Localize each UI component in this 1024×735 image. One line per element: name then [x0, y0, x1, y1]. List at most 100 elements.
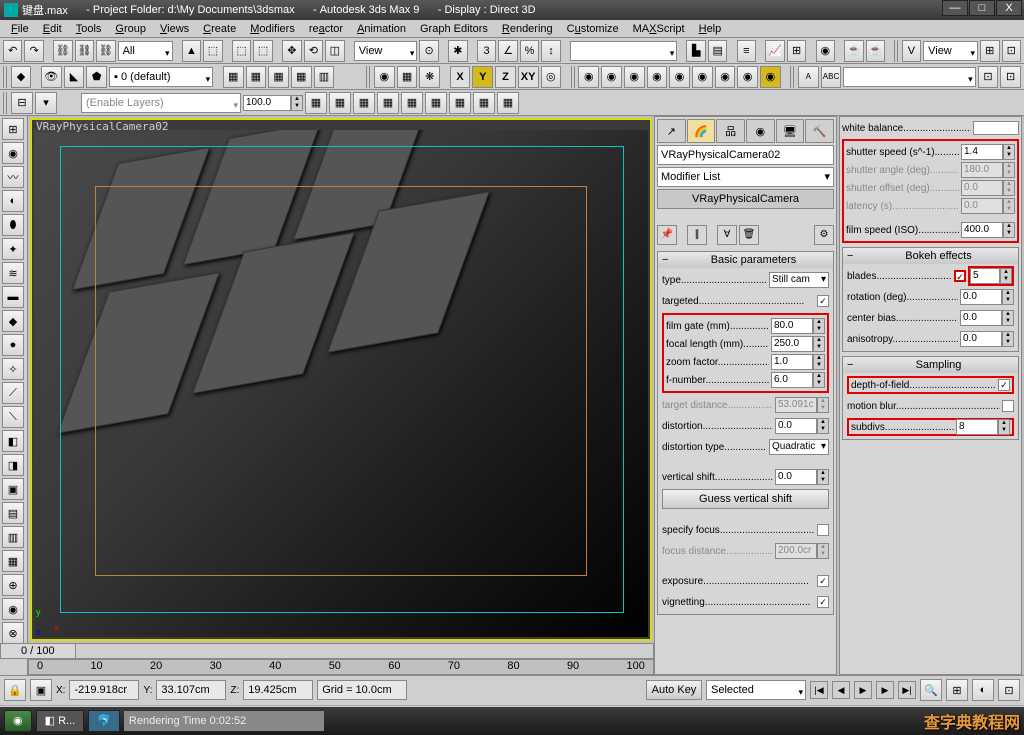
- blades-check[interactable]: ✓: [954, 270, 966, 282]
- reactor-tool-8[interactable]: ▬: [2, 286, 24, 308]
- bokeh-header[interactable]: −Bokeh effects: [843, 248, 1018, 264]
- layer-button[interactable]: ≡: [737, 40, 756, 62]
- goto-end-button[interactable]: ▶|: [898, 681, 916, 699]
- layer-btn-2[interactable]: ▦: [246, 66, 267, 88]
- extras-btn-7[interactable]: ▦: [449, 92, 471, 114]
- menu-create[interactable]: Create: [196, 23, 243, 35]
- nav-zoom-all-button[interactable]: ⊞: [946, 679, 968, 701]
- exposure-check[interactable]: ✓: [817, 575, 829, 587]
- zoom-factor-spinner[interactable]: ▲▼: [813, 354, 825, 370]
- rotation-input[interactable]: 0.0: [960, 289, 1002, 305]
- viewport[interactable]: VRayPhysicalCamera02 xyz: [30, 118, 652, 641]
- subdivs-input[interactable]: 8: [956, 419, 998, 435]
- extras-btn-1[interactable]: ▦: [305, 92, 327, 114]
- nav-button-1[interactable]: ⊞: [980, 40, 999, 62]
- view2-dropdown[interactable]: View: [923, 41, 978, 61]
- white-balance-swatch[interactable]: [973, 121, 1019, 135]
- focal-length-spinner[interactable]: ▲▼: [813, 336, 825, 352]
- reactor-tool-17[interactable]: ▤: [2, 502, 24, 524]
- reactor-tool-14[interactable]: ◧: [2, 430, 24, 452]
- layer-btn-5[interactable]: ▥: [314, 66, 335, 88]
- menu-modifiers[interactable]: Modifiers: [243, 23, 302, 35]
- goto-start-button[interactable]: |◀: [810, 681, 828, 699]
- reactor-tool-19[interactable]: ▦: [2, 550, 24, 572]
- manipulate-button[interactable]: ✱: [448, 40, 467, 62]
- layout-btn-1[interactable]: ⊟: [11, 92, 33, 114]
- display-tab[interactable]: 🖥: [776, 119, 805, 143]
- f-number-input[interactable]: 6.0: [771, 372, 813, 388]
- spinner-snap-button[interactable]: ↕: [541, 40, 560, 62]
- zoom-factor-input[interactable]: 1.0: [771, 354, 813, 370]
- guess-vshift-button[interactable]: Guess vertical shift: [662, 489, 829, 509]
- shutter-speed-input[interactable]: 1.4: [961, 144, 1003, 160]
- coord-z[interactable]: 19.425cm: [243, 680, 313, 700]
- layer-btn-4[interactable]: ▦: [291, 66, 312, 88]
- axis-x-button[interactable]: X: [450, 66, 471, 88]
- poly-btn-3[interactable]: ◣: [64, 66, 85, 88]
- select-name-button[interactable]: ⬚: [203, 40, 222, 62]
- pivot-button[interactable]: ⊙: [419, 40, 438, 62]
- reactor-tool-7[interactable]: ≋: [2, 262, 24, 284]
- create-tab[interactable]: ↗: [657, 119, 686, 143]
- nav-zoom-ext-button[interactable]: ⊡: [998, 679, 1020, 701]
- snap-btn-4[interactable]: ◉: [647, 66, 668, 88]
- extras-btn-2[interactable]: ▦: [329, 92, 351, 114]
- maximize-button[interactable]: □: [969, 0, 995, 16]
- reactor-tool-11[interactable]: ✧: [2, 358, 24, 380]
- layer-value-input[interactable]: 100.0: [243, 95, 291, 111]
- select-button[interactable]: ▲: [182, 40, 201, 62]
- redo-button[interactable]: ↷: [24, 40, 43, 62]
- select-rotate-button[interactable]: ⟲: [304, 40, 323, 62]
- time-slider[interactable]: 0 / 100: [28, 643, 654, 659]
- ref-coord-dropdown[interactable]: View: [354, 41, 418, 61]
- subdivs-spinner[interactable]: ▲▼: [998, 419, 1010, 435]
- menu-file[interactable]: File: [4, 23, 36, 35]
- layer-btn-1[interactable]: ▦: [223, 66, 244, 88]
- reactor-tool-10[interactable]: ●: [2, 334, 24, 356]
- show-end-button[interactable]: ∥: [687, 225, 707, 245]
- menu-help[interactable]: Help: [692, 23, 729, 35]
- vertical-shift-input[interactable]: 0.0: [775, 469, 817, 485]
- axis-z-button[interactable]: Z: [495, 66, 516, 88]
- specify-focus-check[interactable]: [817, 524, 829, 536]
- select-scale-button[interactable]: ◫: [325, 40, 344, 62]
- type-select[interactable]: Still cam: [769, 272, 829, 288]
- reactor-tool-15[interactable]: ◨: [2, 454, 24, 476]
- named-selection-dropdown[interactable]: [570, 41, 677, 61]
- poly-btn-4[interactable]: ⬟: [86, 66, 107, 88]
- object-name-input[interactable]: VRayPhysicalCamera02: [657, 145, 834, 165]
- v-button[interactable]: V: [902, 40, 921, 62]
- menu-reactor[interactable]: reactor: [302, 23, 350, 35]
- time-slider-thumb[interactable]: 0 / 100: [0, 643, 76, 659]
- extras-btn-5[interactable]: ▦: [401, 92, 423, 114]
- film-speed-input[interactable]: 400.0: [961, 222, 1003, 238]
- layout-btn-2[interactable]: ▾: [35, 92, 57, 114]
- prev-frame-button[interactable]: ◀: [832, 681, 850, 699]
- layer-btn-3[interactable]: ▦: [268, 66, 289, 88]
- menu-group[interactable]: Group: [108, 23, 153, 35]
- reactor-btn-1[interactable]: ◉: [374, 66, 395, 88]
- reactor-tool-4[interactable]: ◐: [2, 190, 24, 212]
- constraint-button[interactable]: ◎: [541, 66, 562, 88]
- abc-btn-2[interactable]: ABC: [821, 66, 842, 88]
- center-bias-input[interactable]: 0.0: [960, 310, 1002, 326]
- timeline-ruler[interactable]: 0 10 20 30 40 50 60 70 80 90 100: [28, 659, 654, 675]
- reactor-tool-16[interactable]: ▣: [2, 478, 24, 500]
- nav-zoom-button[interactable]: 🔍: [920, 679, 942, 701]
- layer-dropdown[interactable]: ▪ 0 (default): [109, 67, 213, 87]
- sel-tool-2[interactable]: ⊡: [1000, 66, 1021, 88]
- distortion-input[interactable]: 0.0: [775, 418, 817, 434]
- snap-btn-5[interactable]: ◉: [669, 66, 690, 88]
- menu-animation[interactable]: Animation: [350, 23, 413, 35]
- distortion-type-select[interactable]: Quadratic: [769, 439, 829, 455]
- targeted-check[interactable]: ✓: [817, 295, 829, 307]
- start-button[interactable]: ◉: [4, 710, 32, 732]
- bind-button[interactable]: ⛓: [96, 40, 115, 62]
- menu-maxscript[interactable]: MAXScript: [626, 23, 692, 35]
- extras-btn-9[interactable]: ▦: [497, 92, 519, 114]
- select-move-button[interactable]: ✥: [282, 40, 301, 62]
- configure-button[interactable]: ⚙: [814, 225, 834, 245]
- reactor-btn-3[interactable]: ❋: [419, 66, 440, 88]
- unlink-button[interactable]: ⛓: [75, 40, 94, 62]
- taskbar-item-1[interactable]: ◧ R...: [36, 710, 85, 732]
